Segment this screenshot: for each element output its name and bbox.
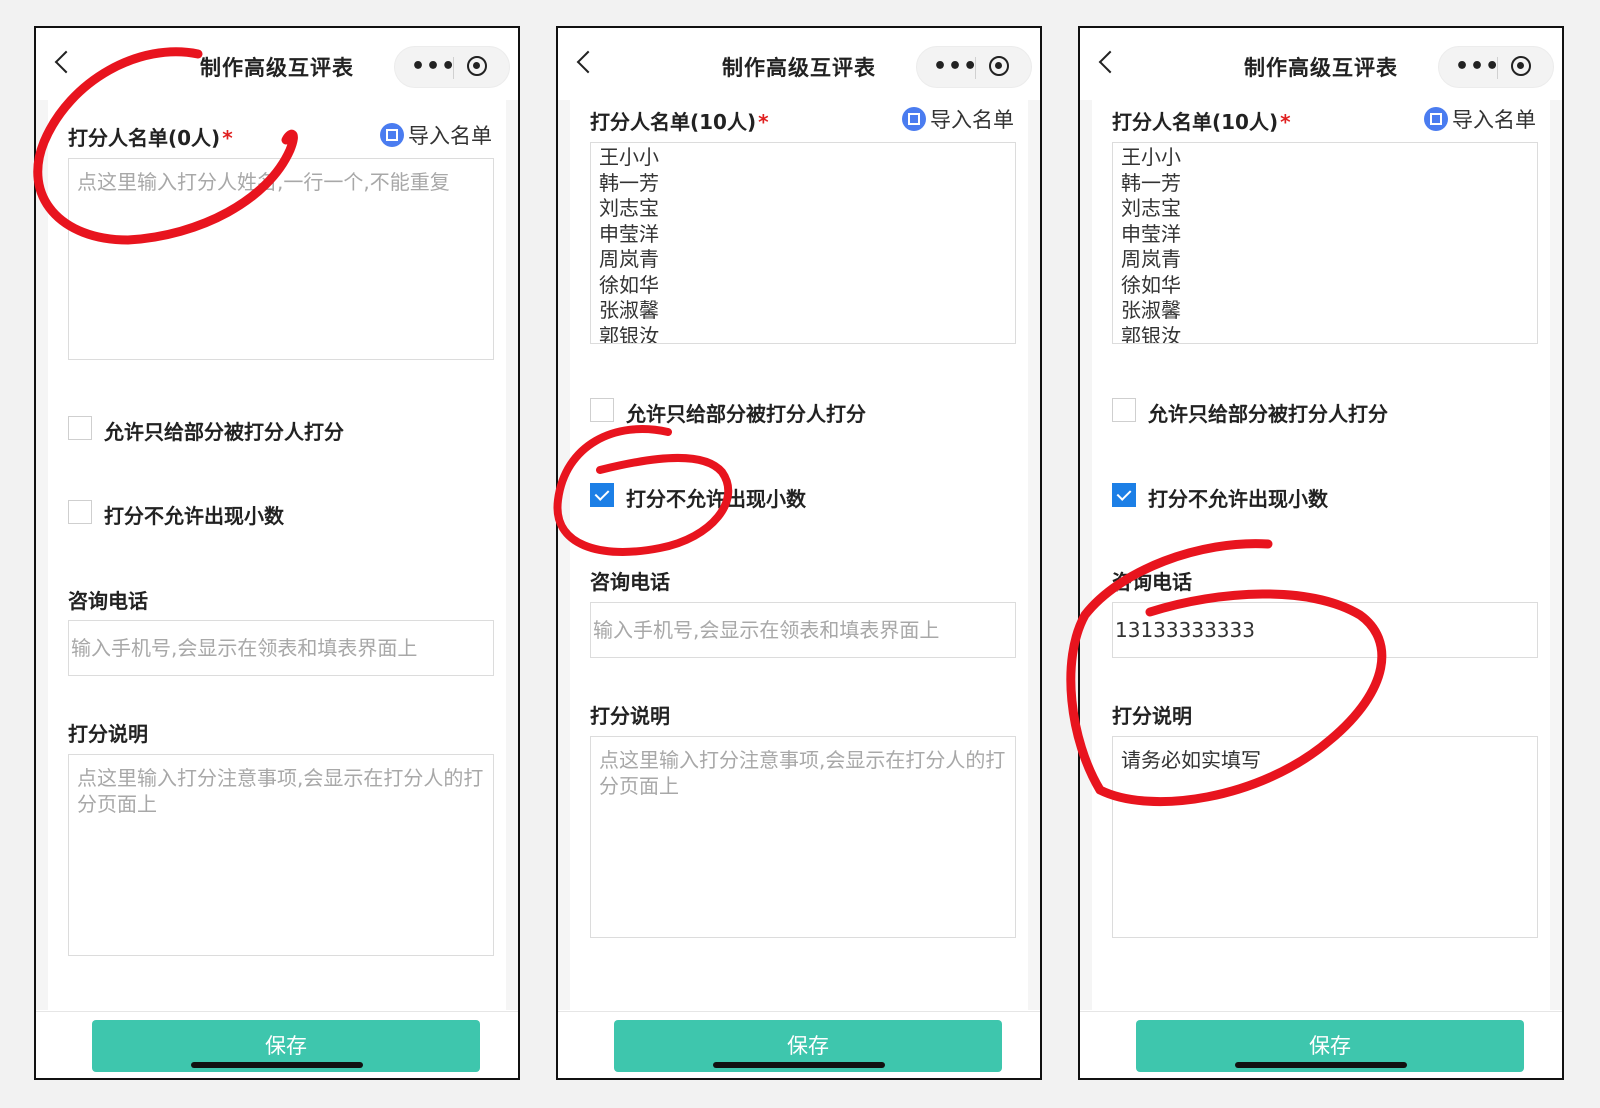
- rater-name: 徐如华: [1121, 272, 1181, 297]
- allow-partial-label: 允许只给部分被打分人打分: [1148, 402, 1388, 426]
- close-circle-icon[interactable]: [467, 56, 487, 76]
- capsule-divider: [453, 57, 454, 79]
- required-mark: *: [758, 110, 769, 134]
- miniprogram-capsule: •••: [394, 46, 510, 88]
- rater-name: 韩一芳: [1121, 170, 1181, 195]
- allow-partial-checkbox[interactable]: [1112, 398, 1136, 422]
- desc-textarea[interactable]: 点这里输入打分注意事项,会显示在打分人的打分页面上: [68, 754, 494, 956]
- phone-value: 13133333333: [1115, 618, 1255, 642]
- nav-bar: 制作高级互评表 •••: [558, 28, 1040, 100]
- bottom-bar: 保存: [36, 1011, 518, 1078]
- phone-screen-3: 制作高级互评表 ••• 打分人名单(10人) * 导入名单 王小小 韩一芳 刘志宝…: [1078, 26, 1564, 1080]
- no-decimal-label: 打分不允许出现小数: [626, 487, 806, 511]
- miniprogram-capsule: •••: [1438, 46, 1554, 88]
- no-decimal-checkbox[interactable]: [68, 500, 92, 524]
- desc-placeholder: 点这里输入打分注意事项,会显示在打分人的打分页面上: [77, 766, 484, 816]
- home-indicator: [1235, 1062, 1407, 1068]
- desc-textarea[interactable]: 点这里输入打分注意事项,会显示在打分人的打分页面上: [590, 736, 1016, 938]
- raters-textarea[interactable]: 王小小 韩一芳 刘志宝 申莹洋 周岚青 徐如华 张淑馨 郭银汝: [1112, 142, 1538, 344]
- desc-textarea[interactable]: 请务必如实填写: [1112, 736, 1538, 938]
- more-dots-icon[interactable]: •••: [411, 53, 456, 81]
- bottom-bar: 保存: [1080, 1011, 1562, 1078]
- required-mark: *: [222, 126, 233, 150]
- rater-name: 申莹洋: [1121, 221, 1181, 246]
- bottom-bar: 保存: [558, 1011, 1040, 1078]
- import-icon: [1424, 107, 1448, 131]
- rater-name: 周岚青: [1121, 247, 1181, 271]
- phone-label: 咨询电话: [68, 589, 148, 613]
- rater-name: 徐如华: [599, 272, 659, 297]
- nav-bar: 制作高级互评表 •••: [1080, 28, 1562, 100]
- required-mark: *: [1280, 110, 1291, 134]
- allow-partial-label: 允许只给部分被打分人打分: [104, 420, 344, 444]
- rater-name: 刘志宝: [599, 196, 659, 220]
- home-indicator: [713, 1062, 885, 1068]
- allow-partial-label: 允许只给部分被打分人打分: [626, 402, 866, 426]
- page-gutter-right: [506, 100, 518, 1010]
- rater-name: 张淑馨: [1121, 298, 1181, 322]
- desc-placeholder: 点这里输入打分注意事项,会显示在打分人的打分页面上: [599, 748, 1006, 798]
- close-circle-icon[interactable]: [1511, 56, 1531, 76]
- desc-label: 打分说明: [590, 704, 670, 728]
- page-gutter-right: [1028, 100, 1040, 1010]
- more-dots-icon[interactable]: •••: [1455, 53, 1500, 81]
- raters-list: 王小小 韩一芳 刘志宝 申莹洋 周岚青 徐如华 张淑馨 郭银汝: [591, 143, 1015, 344]
- no-decimal-label: 打分不允许出现小数: [1148, 487, 1328, 511]
- desc-value: 请务必如实填写: [1121, 748, 1261, 772]
- raters-textarea[interactable]: 王小小 韩一芳 刘志宝 申莹洋 周岚青 徐如华 张淑馨 郭银汝: [590, 142, 1016, 344]
- phone-screen-2: 制作高级互评表 ••• 打分人名单(10人) * 导入名单 王小小 韩一芳 刘志宝…: [556, 26, 1042, 1080]
- desc-label: 打分说明: [1112, 704, 1192, 728]
- import-list-button[interactable]: 导入名单: [1424, 104, 1536, 134]
- phone-placeholder: 输入手机号,会显示在领表和填表界面上: [593, 618, 940, 642]
- raters-label: 打分人名单(10人) *: [590, 110, 769, 134]
- import-list-button[interactable]: 导入名单: [380, 120, 492, 150]
- miniprogram-capsule: •••: [916, 46, 1032, 88]
- raters-label: 打分人名单(0人) *: [68, 126, 233, 150]
- phone-label: 咨询电话: [1112, 570, 1192, 594]
- import-list-button[interactable]: 导入名单: [902, 104, 1014, 134]
- no-decimal-checkbox[interactable]: [1112, 483, 1136, 507]
- rater-name: 王小小: [599, 145, 659, 169]
- rater-name: 刘志宝: [1121, 196, 1181, 220]
- capsule-divider: [1497, 57, 1498, 79]
- phone-input[interactable]: 输入手机号,会显示在领表和填表界面上: [68, 620, 494, 676]
- home-indicator: [191, 1062, 363, 1068]
- allow-partial-checkbox[interactable]: [68, 416, 92, 440]
- no-decimal-label: 打分不允许出现小数: [104, 504, 284, 528]
- rater-name: 王小小: [1121, 145, 1181, 169]
- phone-screen-1: 制作高级互评表 ••• 打分人名单(0人) * 导入名单 点这里输入打分人姓名,一…: [34, 26, 520, 1080]
- page-gutter-left: [558, 100, 570, 1010]
- import-icon: [902, 107, 926, 131]
- rater-name: 申莹洋: [599, 221, 659, 246]
- import-icon: [380, 123, 404, 147]
- phone-input[interactable]: 13133333333: [1112, 602, 1538, 658]
- desc-label: 打分说明: [68, 722, 148, 746]
- page-gutter-right: [1550, 100, 1562, 1010]
- page-gutter-left: [36, 100, 48, 1010]
- capsule-divider: [975, 57, 976, 79]
- no-decimal-checkbox[interactable]: [590, 483, 614, 507]
- allow-partial-checkbox[interactable]: [590, 398, 614, 422]
- rater-name: 韩一芳: [599, 170, 659, 195]
- nav-bar: 制作高级互评表 •••: [36, 28, 518, 100]
- rater-name: 郭银汝: [599, 323, 659, 344]
- phone-label: 咨询电话: [590, 570, 670, 594]
- more-dots-icon[interactable]: •••: [933, 53, 978, 81]
- rater-name: 周岚青: [599, 247, 659, 271]
- page-gutter-left: [1080, 100, 1092, 1010]
- phone-input[interactable]: 输入手机号,会显示在领表和填表界面上: [590, 602, 1016, 658]
- rater-name: 郭银汝: [1121, 323, 1181, 344]
- raters-textarea[interactable]: 点这里输入打分人姓名,一行一个,不能重复: [68, 158, 494, 360]
- raters-label: 打分人名单(10人) *: [1112, 110, 1291, 134]
- close-circle-icon[interactable]: [989, 56, 1009, 76]
- raters-placeholder: 点这里输入打分人姓名,一行一个,不能重复: [77, 170, 450, 194]
- raters-list: 王小小 韩一芳 刘志宝 申莹洋 周岚青 徐如华 张淑馨 郭银汝: [1113, 143, 1537, 344]
- phone-placeholder: 输入手机号,会显示在领表和填表界面上: [71, 636, 418, 660]
- rater-name: 张淑馨: [599, 298, 659, 322]
